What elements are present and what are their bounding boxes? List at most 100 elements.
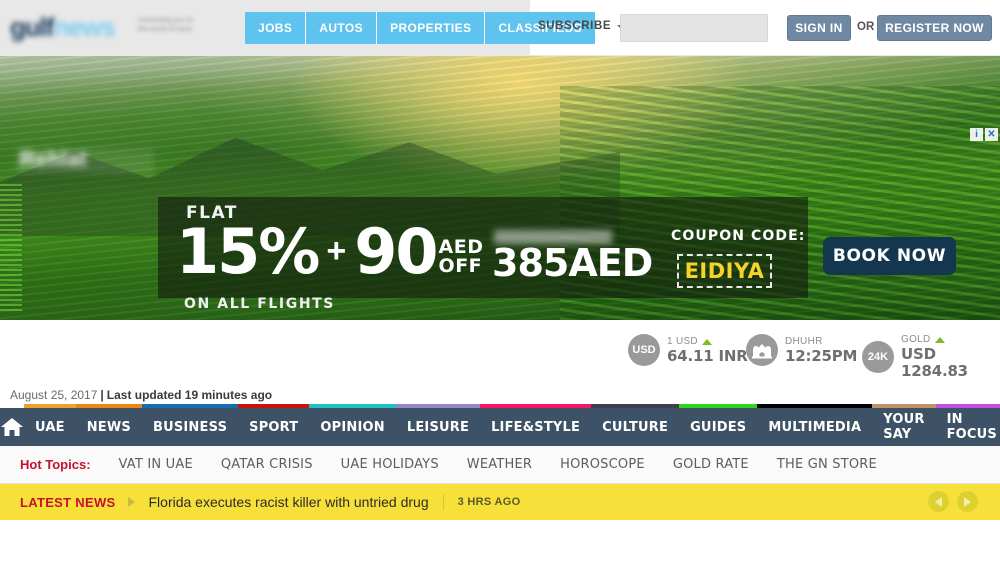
site-header: gulf news connecting you to the world of … [0,0,1000,56]
hot-topic-vat-in-uae[interactable]: VAT IN UAE [119,457,193,472]
chevron-left-icon [935,496,942,507]
ad-coupon-label: COUPON CODE: [671,228,806,244]
header-inner: gulf news connecting you to the world of … [0,0,1000,56]
nav-color-bar [24,404,76,408]
chevron-right-icon [127,497,135,507]
nav-color-bar [238,404,310,408]
search-input[interactable] [621,15,792,41]
pill-properties[interactable]: PROPERTIES [377,12,486,44]
ticker-currency-text: 1 USD 64.11 INR [667,336,748,365]
dateline-updated: Last updated 19 minutes ago [106,388,273,402]
nav-color-bar [395,404,481,408]
nav-label: BUSINESS [152,419,228,435]
nav-color-bar [141,404,239,408]
next-button[interactable] [957,491,978,512]
ad-book-now-button[interactable]: BOOK NOW [823,237,956,275]
ticker-prayer-text: DHUHR 12:25PM [785,336,857,365]
nav-item-news[interactable]: NEWS [75,404,142,446]
ticker-item-gold[interactable]: 24K GOLD USD 1284.83 [862,334,1000,380]
chevron-right-icon [964,496,971,507]
nav-color-bar [591,404,680,408]
register-now-button[interactable]: REGISTER NOW [877,15,992,41]
nav-color-bar [757,404,873,408]
ad-flights-subtitle: ON ALL FLIGHTS [184,296,335,312]
latest-news-label: LATEST NEWS [20,494,116,510]
ad-off-label: OFF [438,255,483,277]
hot-topic-the-gn-store[interactable]: THE GN STORE [777,457,877,472]
nav-label: MULTIMEDIA [768,419,862,435]
nav-item-business[interactable]: BUSINESS [141,404,239,446]
hot-topic-uae-holidays[interactable]: UAE HOLIDAYS [341,457,439,472]
hot-topic-gold-rate[interactable]: GOLD RATE [673,457,749,472]
nav-color-bar [309,404,396,408]
nav-color-bar [872,404,936,408]
hot-topic-qatar-crisis[interactable]: QATAR CRISIS [221,457,313,472]
ticker-currency-label-row: 1 USD [667,336,748,348]
hot-topic-horoscope[interactable]: HOROSCOPE [560,457,645,472]
nav-label: SPORT [249,419,299,435]
nav-item-guides[interactable]: GUIDES [679,404,758,446]
info-icon[interactable]: i [970,128,983,141]
ad-coupon-box[interactable]: EIDIYA [677,254,772,288]
nav-label: LEISURE [406,419,470,435]
search-box[interactable] [620,14,808,42]
ticker-currency-label: 1 USD [667,335,698,347]
hot-topic-weather[interactable]: WEATHER [467,457,532,472]
nav-color-bar [935,404,1000,408]
nav-color-bar [75,404,142,408]
ad-advertiser-logo: Rehlat [16,148,154,174]
ad-amount-value: 90 [354,215,438,288]
nav-item-yoursay[interactable]: YOUR SAY [872,404,936,446]
nav-label: YOUR SAY [883,412,925,442]
nav-item-infocus[interactable]: IN FOCUS [935,404,1000,446]
gold-badge: 24K [862,341,894,373]
subscribe-dropdown[interactable]: SUBSCRIBE [538,20,628,32]
advertisement-banner[interactable]: Rehlat FLAT 15% + 90 AED OFF ON ALL FLIG… [0,56,1000,320]
latest-news-timestamp: 3 HRS AGO [457,496,521,508]
nav-item-home[interactable] [0,408,24,446]
info-ticker-bar: USD 1 USD 64.11 INR DHUHR 12:25PM 24K GO… [0,320,1000,382]
ad-percent-value: 15% [176,215,320,288]
nav-item-uae[interactable]: UAE [24,404,76,446]
subscribe-label: SUBSCRIBE [538,20,612,32]
nav-item-sport[interactable]: SPORT [238,404,310,446]
ticker-prayer-label: DHUHR [785,335,823,347]
nav-label: CULTURE [602,419,669,435]
nav-label: LIFE&STYLE [491,419,581,435]
sign-in-button[interactable]: SIGN IN [787,15,851,41]
ad-coupon-code: EIDIYA [684,259,765,283]
nav-color-bar [679,404,758,408]
ticker-item-currency[interactable]: USD 1 USD 64.11 INR [628,334,748,366]
trend-up-icon [701,338,712,345]
latest-news-bar: LATEST NEWS Florida executes racist kill… [0,484,1000,520]
nav-item-multimedia[interactable]: MULTIMEDIA [757,404,873,446]
site-logo[interactable]: gulf news [10,12,130,42]
home-icon [1,418,23,436]
nav-item-lifeandstyle[interactable]: LIFE&STYLE [480,404,592,446]
nav-label: NEWS [86,419,131,435]
ad-currency-off: AED OFF [439,238,484,276]
ticker-item-prayer-time[interactable]: DHUHR 12:25PM [746,334,857,366]
logo-text-secondary: news [53,12,116,42]
hot-topics-bar: Hot Topics: VAT IN UAE QATAR CRISIS UAE … [0,446,1000,484]
ticker-gold-text: GOLD USD 1284.83 [901,334,1000,380]
previous-button[interactable] [928,491,949,512]
close-icon[interactable]: ✕ [985,128,998,141]
ad-plus-sign: + [326,232,347,270]
nav-item-leisure[interactable]: LEISURE [395,404,481,446]
pill-jobs[interactable]: JOBS [245,12,307,44]
mosque-icon [746,334,778,366]
ticker-currency-value: 64.11 INR [667,346,748,365]
or-label: OR [857,21,875,33]
ad-offer-headline: 15% + 90 AED OFF [176,215,484,288]
ad-price-value: 385AED [492,241,653,285]
nav-item-culture[interactable]: CULTURE [591,404,680,446]
latest-news-headline[interactable]: Florida executes racist killer with untr… [149,494,444,510]
trend-up-icon [934,337,945,343]
dateline-date: August 25, 2017 [10,388,98,402]
nav-label: GUIDES [690,419,747,435]
pill-autos[interactable]: AUTOS [306,12,378,44]
latest-news-controls [928,491,978,512]
nav-item-opinion[interactable]: OPINION [309,404,396,446]
hot-topics-label: Hot Topics: [20,457,91,472]
